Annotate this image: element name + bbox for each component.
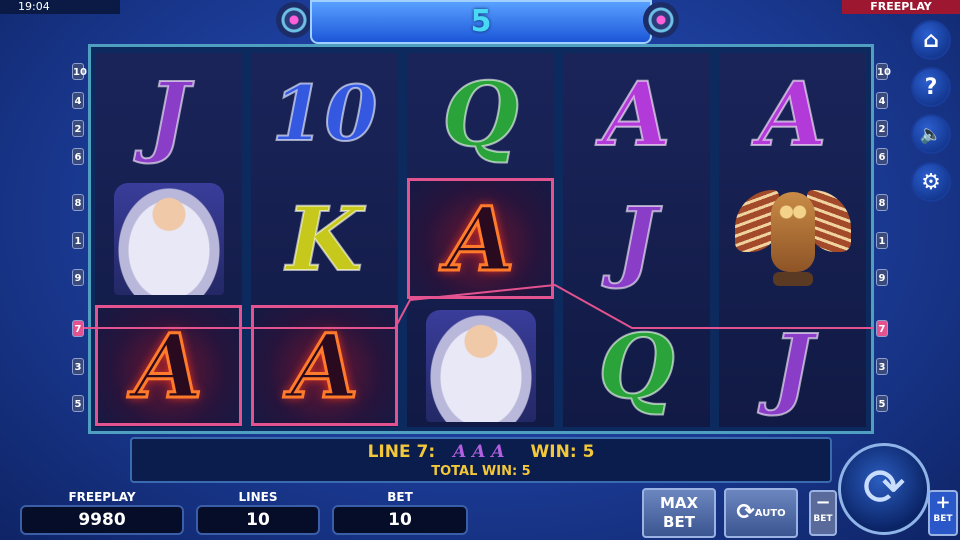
gear-icon: ⚙ xyxy=(921,169,941,195)
line-symbols: A A A xyxy=(453,442,505,462)
home-button[interactable]: ⌂ xyxy=(911,20,951,60)
settings-button[interactable]: ⚙ xyxy=(911,162,951,202)
bet-increase-button[interactable]: + BET xyxy=(928,490,958,536)
spin-icon: ⟳ xyxy=(862,458,906,518)
spin-button[interactable]: ⟳ xyxy=(838,443,930,535)
win-line: LINE 7: A A A WIN: 5 xyxy=(132,442,830,462)
help-icon: ? xyxy=(924,74,938,100)
freeplay-balance: 9980 xyxy=(20,505,184,535)
freeplay-label: FREEPLAY xyxy=(68,490,136,504)
bet-label: BET xyxy=(387,490,413,504)
home-icon: ⌂ xyxy=(923,27,939,53)
lines-value[interactable]: 10 xyxy=(196,505,320,535)
win-info-bar: LINE 7: A A A WIN: 5 TOTAL WIN: 5 xyxy=(130,437,832,483)
lines-label: LINES xyxy=(238,490,278,504)
plus-icon: + xyxy=(935,492,951,513)
line-label: LINE 7: xyxy=(367,442,436,462)
auto-icon: ⟳ xyxy=(736,500,755,525)
auto-button[interactable]: ⟳AUTO xyxy=(724,488,798,538)
help-button[interactable]: ? xyxy=(911,67,951,107)
total-win: TOTAL WIN: 5 xyxy=(431,464,531,479)
sound-button[interactable]: 🔈 xyxy=(911,114,951,154)
sound-off-icon: 🔈 xyxy=(919,123,943,145)
minus-icon: − xyxy=(815,492,831,513)
bet-value[interactable]: 10 xyxy=(332,505,468,535)
bet-decrease-button[interactable]: − BET xyxy=(809,490,837,536)
win-label: WIN: 5 xyxy=(530,442,595,462)
max-bet-button[interactable]: MAX BET xyxy=(642,488,716,538)
